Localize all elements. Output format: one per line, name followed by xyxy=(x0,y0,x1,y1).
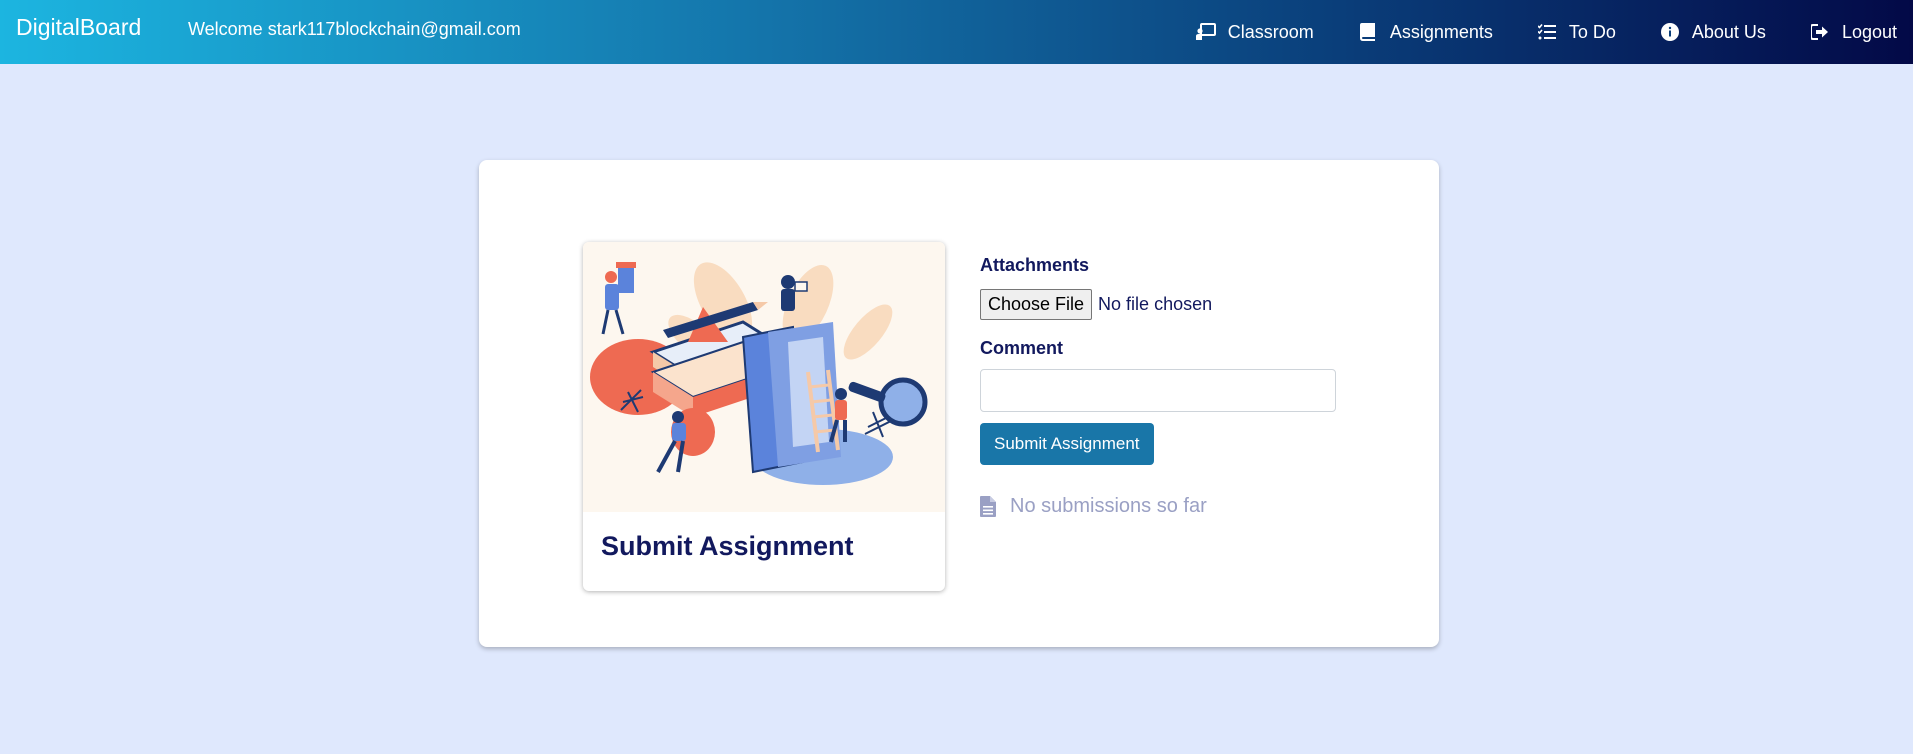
file-status-text: No file chosen xyxy=(1098,294,1213,314)
submissions-empty-state: No submissions so far xyxy=(980,495,1400,518)
nav-label-assignments: Assignments xyxy=(1389,21,1493,42)
book-icon xyxy=(1358,22,1378,42)
info-circle-icon xyxy=(1660,22,1680,42)
nav-label-logout: Logout xyxy=(1841,21,1897,42)
nav-item-assignments[interactable]: Assignments xyxy=(1358,22,1493,43)
assignment-card: Submit Assignment xyxy=(583,242,945,591)
nav-label-classroom: Classroom xyxy=(1227,21,1314,42)
submission-form: Attachments Choose File No file chosen C… xyxy=(980,255,1400,518)
no-submissions-text: No submissions so far xyxy=(1010,495,1207,517)
top-navbar: DigitalBoard Welcome stark117blockchain@… xyxy=(0,0,1913,64)
nav-item-logout[interactable]: Logout xyxy=(1810,22,1897,43)
submission-panel: Submit Assignment Attachments Choose Fil… xyxy=(479,160,1439,647)
tasks-icon xyxy=(1537,22,1557,42)
nav-item-classroom[interactable]: Classroom xyxy=(1195,21,1314,43)
nav-links: Classroom Assignments To Do About Us Log… xyxy=(1152,0,1897,64)
comment-input[interactable] xyxy=(980,369,1336,412)
nav-item-todo[interactable]: To Do xyxy=(1537,22,1616,43)
brand-logo-link[interactable]: DigitalBoard xyxy=(16,14,141,41)
submit-assignment-button[interactable]: Submit Assignment xyxy=(980,423,1154,465)
study-books-illustration xyxy=(583,242,945,512)
choose-file-button[interactable]: Choose File xyxy=(980,289,1093,320)
file-icon xyxy=(980,496,996,517)
nav-item-about-us[interactable]: About Us xyxy=(1660,22,1766,43)
nav-label-about-us: About Us xyxy=(1691,21,1766,42)
welcome-message: Welcome stark117blockchain@gmail.com xyxy=(188,19,521,39)
attachments-label: Attachments xyxy=(980,255,1090,275)
file-input: Choose File No file chosen xyxy=(980,289,1400,320)
chalkboard-teacher-icon xyxy=(1195,22,1216,42)
assignment-card-title: Submit Assignment xyxy=(601,531,854,561)
sign-out-icon xyxy=(1810,22,1830,42)
nav-label-todo: To Do xyxy=(1568,21,1616,42)
comment-label: Comment xyxy=(980,338,1064,358)
